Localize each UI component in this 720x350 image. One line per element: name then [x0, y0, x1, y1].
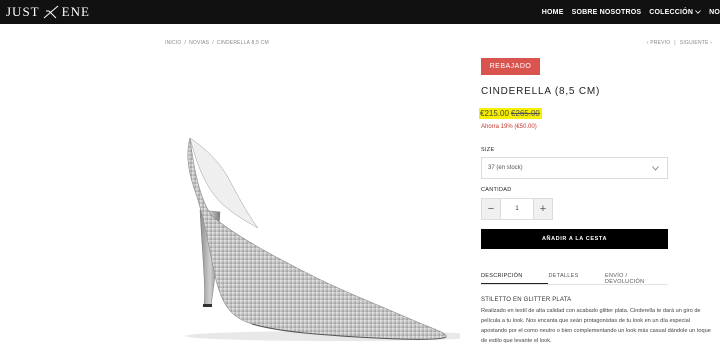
- product-image-shoe[interactable]: [160, 100, 460, 345]
- product-title: CINDERELLA (8,5 CM): [481, 86, 601, 97]
- nav-news-label: NO: [709, 8, 720, 16]
- breadcrumb-separator: /: [184, 40, 187, 46]
- nav-news[interactable]: NO: [709, 9, 720, 16]
- previous-product-link[interactable]: ‹ PREVIO: [647, 40, 671, 46]
- pager-separator: |: [674, 40, 676, 46]
- nav-home-label: HOME: [541, 8, 564, 16]
- description-title: STILETTO EN GLITTER PLATA: [481, 297, 572, 303]
- size-select[interactable]: 37 (en stock): [481, 157, 668, 179]
- nav-about-label: SOBRE NOSOTROS: [571, 8, 642, 16]
- original-price: €265.00: [509, 108, 542, 119]
- top-navigation-bar: JUST ENE HOME SOBRE NOSOTROS COLECCIÓN N…: [0, 0, 720, 24]
- breadcrumb-home[interactable]: INICIO: [165, 40, 181, 46]
- tab-description-label: DESCRIPCIÓN: [481, 273, 523, 279]
- add-to-cart-button[interactable]: AÑADIR A LA CESTA: [481, 229, 668, 249]
- tab-shipping-returns[interactable]: ENVÍO / DEVOLUCIÓN: [605, 271, 668, 285]
- sale-badge: REBAJADO: [481, 58, 540, 75]
- tab-description[interactable]: DESCRIPCIÓN: [481, 271, 549, 284]
- chevron-down-icon: [652, 166, 659, 171]
- quantity-decrease-button[interactable]: −: [481, 198, 501, 220]
- breadcrumb-separator: /: [212, 40, 214, 46]
- product-info-tabs: DESCRIPCIÓN DETALLES ENVÍO / DEVOLUCIÓN: [481, 271, 668, 285]
- tab-details-label: DETALLES: [548, 273, 579, 279]
- logo-mark-icon: [43, 5, 58, 19]
- quantity-stepper: − 1 +: [481, 198, 553, 220]
- saving-text: Ahorra 19% (€50.00): [481, 124, 537, 130]
- size-select-value: 37 (en stock): [488, 165, 523, 171]
- quantity-label: CANTIDAD: [481, 187, 512, 193]
- logo-text-right: ENE: [61, 4, 90, 19]
- tab-shipping-label: ENVÍO / DEVOLUCIÓN: [605, 273, 645, 285]
- brand-logo[interactable]: JUST ENE: [6, 3, 90, 21]
- logo-text-left: JUST: [6, 4, 40, 19]
- quantity-input[interactable]: 1: [501, 198, 533, 220]
- nav-home[interactable]: HOME: [542, 9, 564, 16]
- main-nav: HOME SOBRE NOSOTROS COLECCIÓN NO: [542, 0, 720, 24]
- nav-collection[interactable]: COLECCIÓN: [649, 9, 701, 16]
- breadcrumb: INICIO / NOVIAS / CINDERELLA 8,5 CM: [165, 40, 269, 46]
- sale-price: €215.00: [479, 108, 510, 119]
- tab-details[interactable]: DETALLES: [548, 271, 605, 284]
- description-text: Realizado en textil de alta calidad con …: [481, 308, 711, 344]
- quantity-increase-button[interactable]: +: [533, 198, 553, 220]
- breadcrumb-category[interactable]: NOVIAS: [189, 40, 209, 46]
- price-block: €215.00 €265.00: [479, 108, 542, 119]
- breadcrumb-current: CINDERELLA 8,5 CM: [216, 40, 269, 46]
- size-label: SIZE: [481, 147, 495, 153]
- product-pager: ‹ PREVIO | SIGUIENTE ›: [647, 40, 712, 46]
- chevron-down-icon: [695, 10, 701, 14]
- nav-about[interactable]: SOBRE NOSOTROS: [572, 9, 642, 16]
- nav-collection-label: COLECCIÓN: [649, 8, 694, 16]
- next-product-link[interactable]: SIGUIENTE ›: [680, 40, 712, 46]
